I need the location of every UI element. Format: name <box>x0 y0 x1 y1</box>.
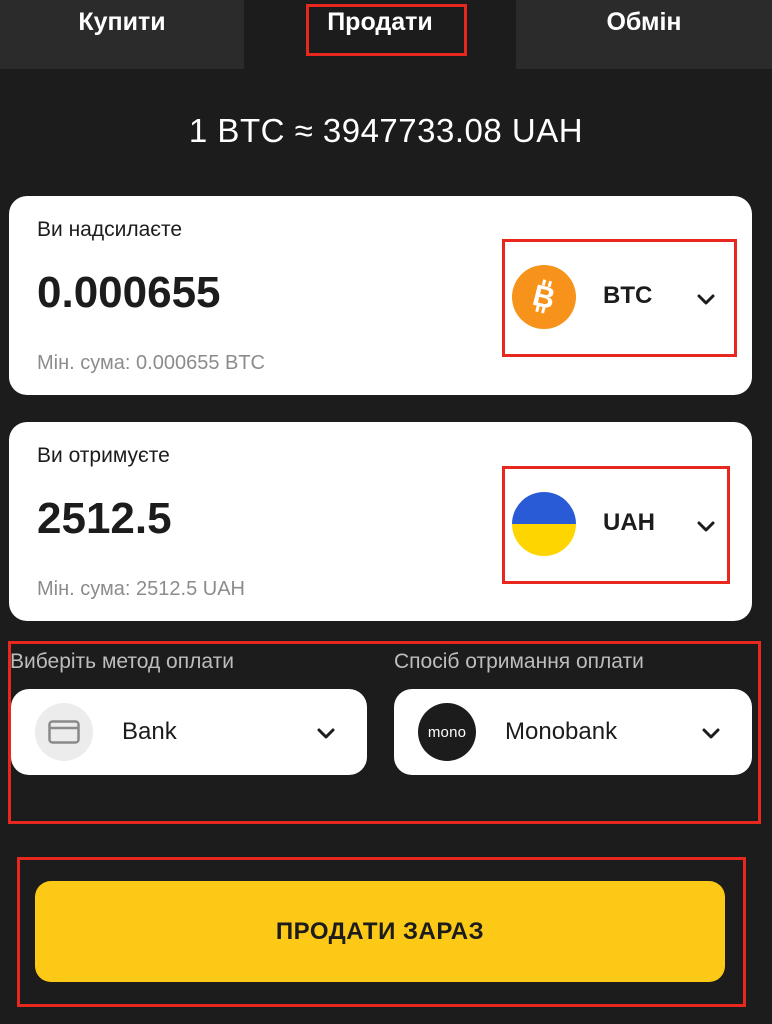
exchange-rate: 1 BTC ≈ 3947733.08 UAH <box>188 112 584 149</box>
send-currency-code: BTC <box>603 282 653 309</box>
send-amount-input[interactable] <box>37 268 477 318</box>
payout-method-label: Спосіб отримання оплати <box>394 650 644 673</box>
receive-currency-code: UAH <box>603 509 655 536</box>
sell-crypto-screen: Купити Продати Обмін 1 BTC ≈ 3947733.08 … <box>0 0 772 1024</box>
bitcoin-icon: B <box>512 265 576 329</box>
sell-now-button[interactable]: ПРОДАТИ ЗАРАЗ <box>35 881 725 982</box>
send-amount-card: Ви надсилаєте Мін. сума: 0.000655 BTC B … <box>9 196 752 395</box>
payment-method-label: Виберіть метод оплати <box>10 650 234 673</box>
send-currency-select[interactable]: B BTC <box>502 239 737 357</box>
payout-method-value: Monobank <box>505 718 618 745</box>
monobank-logo-icon: mono <box>418 703 476 761</box>
tab-sell[interactable]: Продати <box>244 0 516 69</box>
tab-buy-label: Купити <box>78 8 166 36</box>
tab-bar: Купити Продати Обмін <box>0 0 772 69</box>
receive-currency-select[interactable]: UAH <box>502 466 730 584</box>
bank-card-icon <box>35 703 93 761</box>
receive-min-amount: Мін. сума: 2512.5 UAH <box>37 578 245 600</box>
receive-amount-input[interactable] <box>37 494 477 544</box>
send-label: Ви надсилаєте <box>37 218 183 241</box>
receive-label: Ви отримуєте <box>37 444 170 467</box>
tab-exchange[interactable]: Обмін <box>516 0 772 69</box>
chevron-down-icon <box>315 722 337 744</box>
ukraine-flag-icon <box>512 492 576 556</box>
send-min-amount: Мін. сума: 0.000655 BTC <box>37 352 265 374</box>
tab-sell-label: Продати <box>327 8 433 36</box>
chevron-down-icon <box>700 722 722 744</box>
receive-amount-card: Ви отримуєте Мін. сума: 2512.5 UAH UAH <box>9 422 752 621</box>
payment-method-select[interactable]: Bank <box>11 689 367 775</box>
chevron-down-icon <box>695 515 717 537</box>
payment-method-value: Bank <box>122 718 177 745</box>
tab-exchange-label: Обмін <box>606 8 682 36</box>
tab-buy[interactable]: Купити <box>0 0 244 69</box>
payout-method-select[interactable]: mono Monobank <box>394 689 752 775</box>
chevron-down-icon <box>695 288 717 310</box>
